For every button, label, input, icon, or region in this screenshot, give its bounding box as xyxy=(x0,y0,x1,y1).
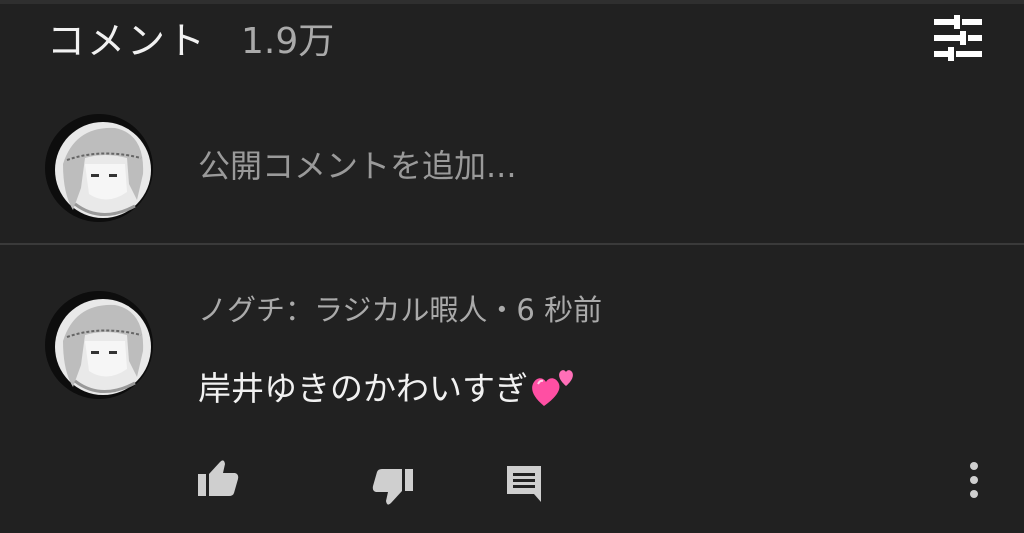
reply-comment-icon xyxy=(507,466,541,502)
comment-meta: ノグチ：ラジカル暇人・6 秒前 xyxy=(198,293,603,327)
comments-panel: コメント 1.9万 公開コメントを追加... ノグチ：ラジカル暇人・6 秒前 岸… xyxy=(0,0,1024,533)
more-actions-button[interactable] xyxy=(950,456,998,504)
thumb-up-icon xyxy=(198,460,239,496)
comment-body: 岸井ゆきのかわいすぎ xyxy=(198,362,578,418)
thumb-down-icon xyxy=(372,469,413,505)
divider xyxy=(0,243,1024,245)
sort-filter-icon xyxy=(934,15,982,61)
add-comment-input[interactable]: 公開コメントを追加... xyxy=(198,144,898,188)
comment-author-avatar[interactable] xyxy=(45,291,153,399)
comments-count: 1.9万 xyxy=(241,21,335,62)
two-hearts-emoji xyxy=(530,364,578,418)
avatar-image xyxy=(45,291,153,399)
dislike-button[interactable] xyxy=(369,463,417,511)
sort-comments-button[interactable] xyxy=(928,10,988,66)
comment-text: 岸井ゆきのかわいすぎ xyxy=(198,369,528,408)
my-avatar xyxy=(45,114,153,222)
avatar-image xyxy=(45,114,153,222)
comments-header-title: コメント xyxy=(47,19,208,63)
top-border xyxy=(0,0,1024,4)
like-button[interactable] xyxy=(194,454,242,502)
reply-button[interactable] xyxy=(500,459,548,507)
more-vertical-icon xyxy=(970,462,978,498)
